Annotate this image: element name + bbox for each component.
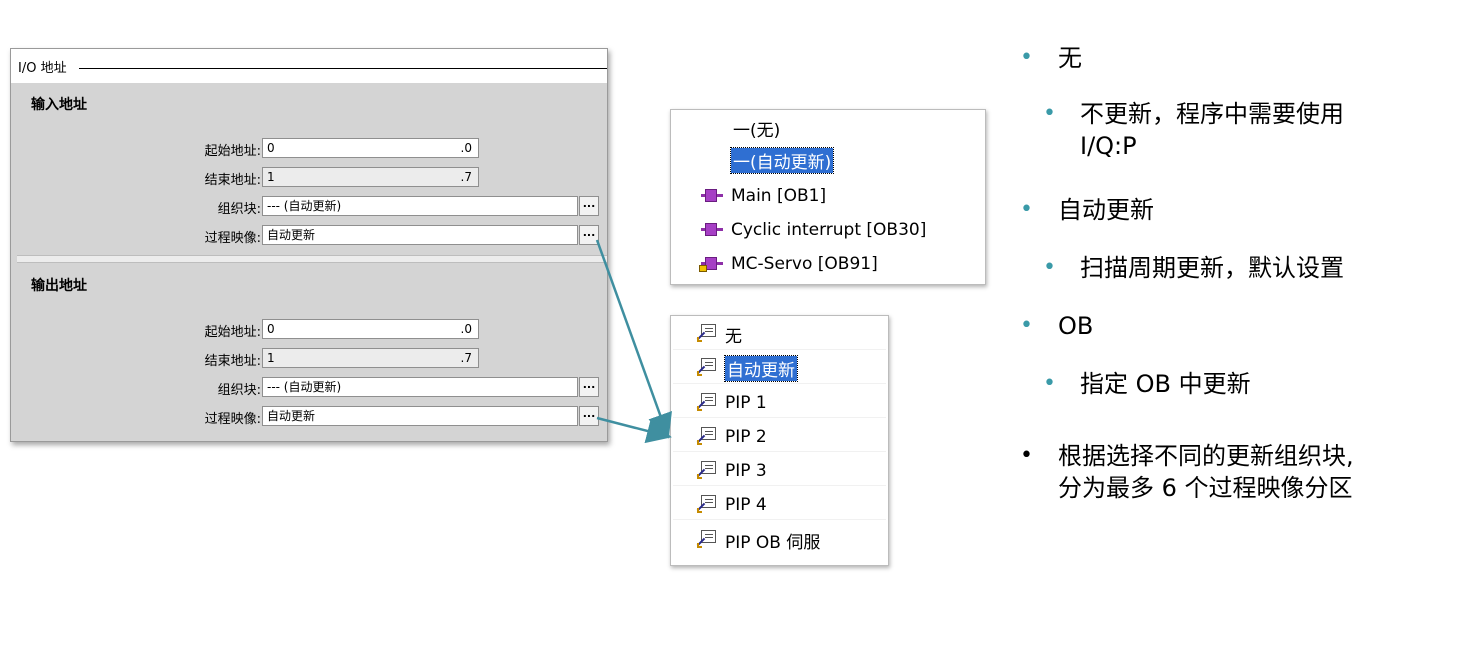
arrow-input-to-pip [595, 239, 672, 439]
bullet-auto-update: • 自动更新 [1020, 196, 1154, 224]
arrow-output-to-pip [596, 416, 672, 444]
bullet-pip-partitions: • 根据选择不同的更新组织块, 分为最多 6 个过程映像分区 [1020, 442, 1354, 502]
bullet-auto-update-detail: • 扫描周期更新，默认设置 [1043, 254, 1344, 282]
bullet-ob: • OB [1020, 312, 1094, 340]
bullet-none-detail: • 不更新，程序中需要使用 I/Q:P [1043, 100, 1344, 160]
bullet-ob-detail: • 指定 OB 中更新 [1043, 370, 1251, 398]
bullet-none: • 无 [1020, 44, 1082, 72]
